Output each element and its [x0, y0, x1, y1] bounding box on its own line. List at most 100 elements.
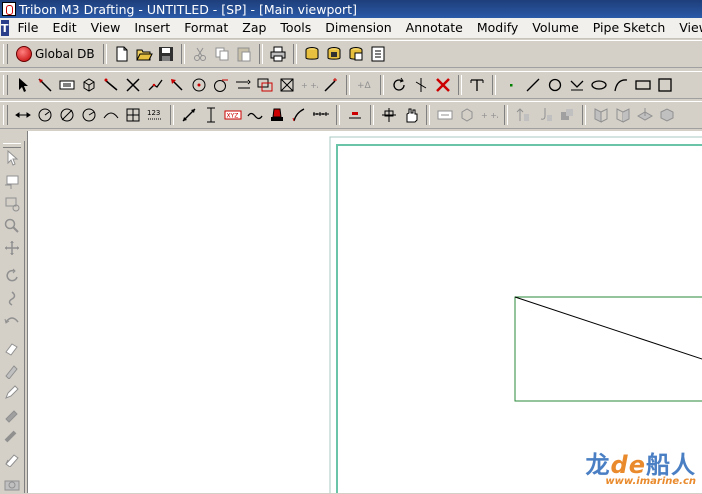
square-button[interactable]	[654, 74, 676, 96]
print-button[interactable]	[267, 43, 289, 65]
diameter-dim-button[interactable]	[56, 104, 78, 126]
stamp-button[interactable]	[266, 104, 288, 126]
hatch-button[interactable]	[288, 104, 310, 126]
cut-button[interactable]	[189, 43, 211, 65]
view-2-button[interactable]	[612, 104, 634, 126]
menu-view[interactable]: View	[84, 19, 128, 37]
intersect-button[interactable]	[276, 74, 298, 96]
parallel-arrow-button[interactable]	[232, 74, 254, 96]
menu-dimension[interactable]: Dimension	[318, 19, 398, 37]
open-file-button[interactable]	[133, 43, 155, 65]
menu-viewport[interactable]: Viewport	[672, 19, 702, 37]
arc-button[interactable]	[610, 74, 632, 96]
db-open-button[interactable]	[301, 43, 323, 65]
paint-5-button[interactable]	[2, 426, 22, 446]
select-button[interactable]	[12, 74, 34, 96]
db-save-button[interactable]	[323, 43, 345, 65]
menu-modify[interactable]: Modify	[470, 19, 525, 37]
drawing-canvas[interactable]: 龙de船人 www.imarine.cn	[28, 131, 702, 493]
view-4-button[interactable]	[656, 104, 678, 126]
arrow-select-button[interactable]	[166, 74, 188, 96]
delta-point-button[interactable]: + +Δ	[298, 74, 320, 96]
offset-button[interactable]	[254, 74, 276, 96]
properties-button[interactable]	[367, 43, 389, 65]
check-button[interactable]	[566, 74, 588, 96]
wand-button[interactable]	[320, 74, 342, 96]
delta-gray-button[interactable]: + +Δ	[478, 104, 500, 126]
sheet-inner-border[interactable]	[336, 144, 702, 493]
ruler-button[interactable]	[310, 104, 332, 126]
circle-center-button[interactable]	[188, 74, 210, 96]
curved-dim-button[interactable]	[100, 104, 122, 126]
paste-button[interactable]	[233, 43, 255, 65]
zoom-window-button[interactable]	[2, 172, 22, 192]
circle-tangent-button[interactable]	[210, 74, 232, 96]
radius-dim-button[interactable]	[78, 104, 100, 126]
save-button[interactable]	[155, 43, 177, 65]
db-saveas-button[interactable]	[345, 43, 367, 65]
pan-button[interactable]	[400, 104, 422, 126]
paint-4-button[interactable]	[2, 404, 22, 424]
paint-6-button[interactable]	[2, 448, 22, 468]
ellipse-button[interactable]	[588, 74, 610, 96]
view-1-button[interactable]	[590, 104, 612, 126]
delete-button[interactable]	[432, 74, 454, 96]
select-id-button[interactable]	[56, 74, 78, 96]
trim-button[interactable]	[410, 74, 432, 96]
menu-annotate[interactable]: Annotate	[399, 19, 470, 37]
app-icon[interactable]	[2, 2, 16, 16]
pan-view-button[interactable]	[2, 238, 22, 258]
solid-button[interactable]	[556, 104, 578, 126]
coordinate-dim-button[interactable]	[122, 104, 144, 126]
menu-zap[interactable]: Zap	[235, 19, 273, 37]
delta-button[interactable]: +Δ	[354, 74, 376, 96]
numbering-button[interactable]: 123	[144, 104, 166, 126]
pick-button[interactable]	[2, 148, 22, 168]
point-button[interactable]	[500, 74, 522, 96]
drawing-rectangle[interactable]	[514, 296, 702, 402]
cube-gray-button[interactable]	[456, 104, 478, 126]
xyz-label-button[interactable]: XYZ	[222, 104, 244, 126]
rotate-view-button[interactable]	[2, 266, 22, 286]
menu-volume[interactable]: Volume	[525, 19, 586, 37]
angle-dim-button[interactable]	[34, 104, 56, 126]
zoom-area-button[interactable]	[2, 194, 22, 214]
menu-edit[interactable]: Edit	[45, 19, 83, 37]
menu-format[interactable]: Format	[177, 19, 235, 37]
circle-button[interactable]	[544, 74, 566, 96]
polyline-button[interactable]	[144, 74, 166, 96]
symbol-button[interactable]	[344, 104, 366, 126]
lift-button[interactable]	[512, 104, 534, 126]
rotate-button[interactable]	[388, 74, 410, 96]
hook-button[interactable]	[534, 104, 556, 126]
linear-dim-button[interactable]	[12, 104, 34, 126]
delete-cross-button[interactable]	[122, 74, 144, 96]
diagonal-dim-button[interactable]	[178, 104, 200, 126]
new-file-button[interactable]	[111, 43, 133, 65]
paint-2-button[interactable]	[2, 360, 22, 380]
rectangle-button[interactable]	[632, 74, 654, 96]
id-box-button[interactable]	[434, 104, 456, 126]
select-line-button[interactable]	[34, 74, 56, 96]
vertical-dim-button[interactable]	[200, 104, 222, 126]
toolbar-grip[interactable]	[3, 75, 8, 95]
spiral-button[interactable]	[2, 288, 22, 308]
select-3d-button[interactable]	[78, 74, 100, 96]
menu-insert[interactable]: Insert	[127, 19, 177, 37]
global-db-button[interactable]: Global DB	[12, 43, 99, 65]
select-slash-button[interactable]	[100, 74, 122, 96]
paint-1-button[interactable]	[2, 338, 22, 358]
undo-view-button[interactable]	[2, 310, 22, 330]
menu-file[interactable]: File	[11, 19, 46, 37]
drawing-diagonal-line[interactable]	[514, 296, 702, 361]
text-button[interactable]	[466, 74, 488, 96]
line-button[interactable]	[522, 74, 544, 96]
weld-button[interactable]	[244, 104, 266, 126]
toolbar-grip[interactable]	[3, 105, 8, 125]
menu-tools[interactable]: Tools	[273, 19, 318, 37]
system-menu-icon[interactable]: T	[1, 20, 9, 36]
zoom-button[interactable]	[2, 216, 22, 236]
view-3-button[interactable]	[634, 104, 656, 126]
move-button[interactable]	[378, 104, 400, 126]
camera-button[interactable]	[2, 474, 22, 494]
